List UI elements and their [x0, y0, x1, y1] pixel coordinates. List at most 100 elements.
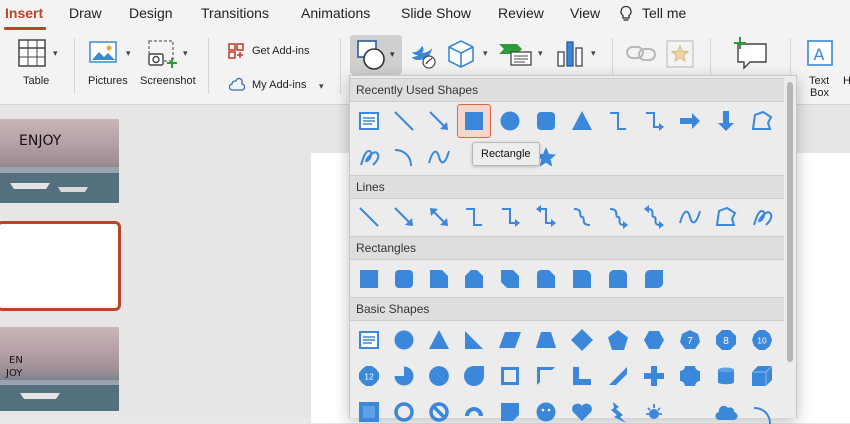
my-addins-button[interactable]: My Add-ins	[252, 79, 306, 91]
oval-shape-icon[interactable]	[392, 328, 416, 352]
snip-same-side-corner-rectangle-shape-icon[interactable]	[462, 267, 486, 291]
oval-shape-icon[interactable]	[498, 109, 522, 133]
block-arc-shape-icon[interactable]	[462, 400, 486, 424]
octagon-shape-icon[interactable]: 8	[714, 328, 738, 352]
arrow-shape-icon[interactable]	[392, 205, 416, 229]
elbow-arrow-connector-shape-icon[interactable]	[498, 205, 522, 229]
action-button[interactable]	[665, 39, 695, 69]
chart-button[interactable]	[555, 38, 585, 68]
get-addins-button[interactable]: Get Add-ins	[252, 45, 309, 57]
pictures-chevron-down-icon[interactable]: ▾	[126, 48, 131, 59]
heptagon-shape-icon[interactable]: 7	[678, 328, 702, 352]
l-shape-shape-icon[interactable]	[570, 364, 594, 388]
right-arrow-shape-icon[interactable]	[678, 109, 702, 133]
diagonal-stripe-shape-icon[interactable]	[606, 364, 630, 388]
freeform-shape-icon[interactable]	[714, 205, 738, 229]
tab-design[interactable]: Design	[129, 5, 173, 21]
regular-pentagon-shape-icon[interactable]	[606, 328, 630, 352]
donut-shape-icon[interactable]	[392, 400, 416, 424]
right-triangle-shape-icon[interactable]	[462, 328, 486, 352]
smartart-chevron-down-icon[interactable]: ▾	[538, 48, 543, 59]
new-comment-button[interactable]	[728, 36, 768, 70]
snip-diagonal-corner-rectangle-shape-icon[interactable]	[498, 267, 522, 291]
table-chevron-down-icon[interactable]: ▾	[53, 48, 58, 59]
rounded-rectangle-shape-icon[interactable]	[534, 109, 558, 133]
scribble-shape-icon[interactable]	[750, 205, 774, 229]
isosceles-triangle-shape-icon[interactable]	[427, 328, 451, 352]
rectangle-shape-icon[interactable]	[357, 267, 381, 291]
elbow-connector-shape-icon[interactable]	[462, 205, 486, 229]
chord-shape-icon[interactable]	[427, 364, 451, 388]
curve-shape-icon[interactable]	[678, 205, 702, 229]
tab-view[interactable]: View	[570, 5, 600, 21]
elbow-connector-shape-icon[interactable]	[606, 109, 630, 133]
slide-thumbnail-3[interactable]: EN JOY	[0, 327, 119, 411]
line-shape-icon[interactable]	[357, 205, 381, 229]
cross-shape-icon[interactable]	[642, 364, 666, 388]
rectangle-shape-icon[interactable]	[462, 109, 486, 133]
rounded-rectangle-shape-icon[interactable]	[392, 267, 416, 291]
my-addins-chevron-down-icon[interactable]: ▾	[319, 81, 324, 92]
down-arrow-shape-icon[interactable]	[714, 109, 738, 133]
screenshot-chevron-down-icon[interactable]: ▾	[183, 48, 188, 59]
round-same-side-corner-rectangle-shape-icon[interactable]	[606, 267, 630, 291]
3d-models-button[interactable]	[445, 38, 477, 70]
frame-shape-icon[interactable]	[498, 364, 522, 388]
teardrop-shape-icon[interactable]	[462, 364, 486, 388]
diamond-shape-icon[interactable]	[570, 328, 594, 352]
double-arrow-shape-icon[interactable]	[427, 205, 451, 229]
arrow-line-shape-icon[interactable]	[427, 109, 451, 133]
bevel-shape-icon[interactable]	[357, 400, 381, 424]
tab-animations[interactable]: Animations	[301, 5, 370, 21]
link-button[interactable]	[625, 42, 657, 64]
folded-corner-shape-icon[interactable]	[498, 400, 522, 424]
decagon-shape-icon[interactable]: 10	[750, 328, 774, 352]
hexagon-shape-icon[interactable]	[642, 328, 666, 352]
elbow-arrow-connector-shape-icon[interactable]	[642, 109, 666, 133]
slide-thumbnail-2-selected[interactable]	[0, 221, 121, 311]
cloud-shape-icon[interactable]	[714, 400, 738, 424]
text-box-shape-icon[interactable]	[357, 109, 381, 133]
smiley-face-shape-icon[interactable]	[534, 400, 558, 424]
half-frame-shape-icon[interactable]	[534, 364, 558, 388]
arc-shape-icon[interactable]	[750, 400, 774, 424]
cube-shape-icon[interactable]	[750, 364, 774, 388]
lightning-bolt-shape-icon[interactable]	[606, 400, 630, 424]
table-button[interactable]	[17, 38, 47, 68]
screenshot-button[interactable]	[146, 38, 180, 70]
tab-draw[interactable]: Draw	[69, 5, 102, 21]
no-symbol-shape-icon[interactable]	[427, 400, 451, 424]
dodecagon-shape-icon[interactable]: 12	[357, 364, 381, 388]
elbow-double-arrow-connector-shape-icon[interactable]	[534, 205, 558, 229]
3d-models-chevron-down-icon[interactable]: ▾	[483, 48, 488, 59]
tab-transitions[interactable]: Transitions	[201, 5, 269, 21]
shapes-gallery-scrollbar[interactable]	[784, 76, 796, 418]
triangle-shape-icon[interactable]	[570, 109, 594, 133]
snip-single-corner-rectangle-shape-icon[interactable]	[427, 267, 451, 291]
sun-shape-icon[interactable]	[642, 400, 666, 424]
chart-chevron-down-icon[interactable]: ▾	[591, 48, 596, 59]
snip-and-round-single-corner-rectangle-shape-icon[interactable]	[534, 267, 558, 291]
pictures-button[interactable]	[89, 40, 121, 66]
smartart-button[interactable]	[497, 40, 533, 68]
heart-shape-icon[interactable]	[570, 400, 594, 424]
round-diagonal-corner-rectangle-shape-icon[interactable]	[642, 267, 666, 291]
tell-me-search[interactable]: Tell me	[642, 5, 686, 21]
tab-slide-show[interactable]: Slide Show	[401, 5, 471, 21]
shapes-button[interactable]: ▾	[350, 35, 402, 75]
line-shape-icon[interactable]	[392, 109, 416, 133]
tab-review[interactable]: Review	[498, 5, 544, 21]
arc-shape-icon[interactable]	[392, 145, 416, 169]
icons-button[interactable]	[408, 38, 438, 70]
curve-shape-icon[interactable]	[427, 145, 451, 169]
tab-insert[interactable]: Insert	[5, 5, 43, 21]
plaque-shape-icon[interactable]	[678, 364, 702, 388]
scrollbar-thumb[interactable]	[787, 82, 793, 362]
text-box-shape-icon[interactable]	[357, 328, 381, 352]
curved-arrow-connector-shape-icon[interactable]	[606, 205, 630, 229]
parallelogram-shape-icon[interactable]	[498, 328, 522, 352]
moon-shape-icon[interactable]	[678, 400, 702, 424]
curved-double-arrow-connector-shape-icon[interactable]	[642, 205, 666, 229]
slide-thumbnail-1[interactable]: ENJOY	[0, 119, 119, 203]
scribble-shape-icon[interactable]	[357, 145, 381, 169]
